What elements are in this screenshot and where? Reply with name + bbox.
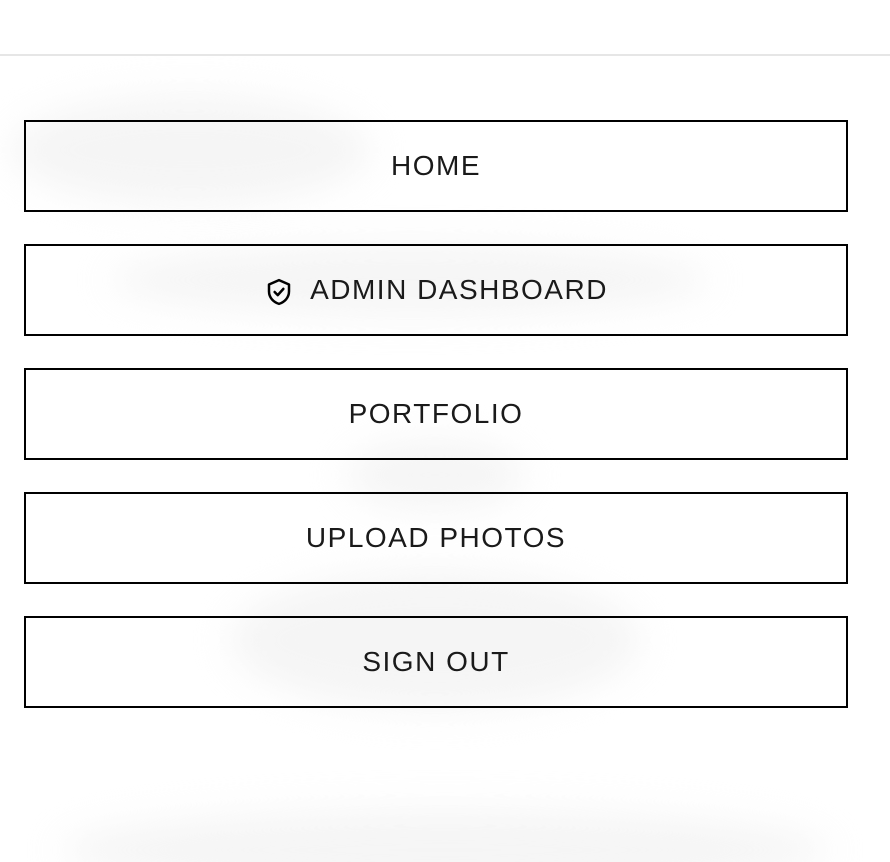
- home-button[interactable]: HOME: [24, 120, 848, 212]
- main-menu: HOME ADMIN DASHBOARD PORTFOLIO UPLOAD PH…: [24, 120, 848, 708]
- portfolio-button-label: PORTFOLIO: [348, 398, 524, 429]
- sign-out-button-label: SIGN OUT: [362, 646, 510, 677]
- background-smudge: [60, 810, 830, 862]
- shield-check-icon: [264, 277, 294, 307]
- home-button-label: HOME: [391, 150, 481, 181]
- upload-photos-button[interactable]: UPLOAD PHOTOS: [24, 492, 848, 584]
- admin-dashboard-button-label: ADMIN DASHBOARD: [310, 274, 608, 305]
- admin-dashboard-button[interactable]: ADMIN DASHBOARD: [24, 244, 848, 336]
- sign-out-button[interactable]: SIGN OUT: [24, 616, 848, 708]
- portfolio-button[interactable]: PORTFOLIO: [24, 368, 848, 460]
- page: HOME ADMIN DASHBOARD PORTFOLIO UPLOAD PH…: [0, 0, 890, 862]
- upload-photos-button-label: UPLOAD PHOTOS: [305, 522, 567, 553]
- top-bar: [0, 0, 890, 56]
